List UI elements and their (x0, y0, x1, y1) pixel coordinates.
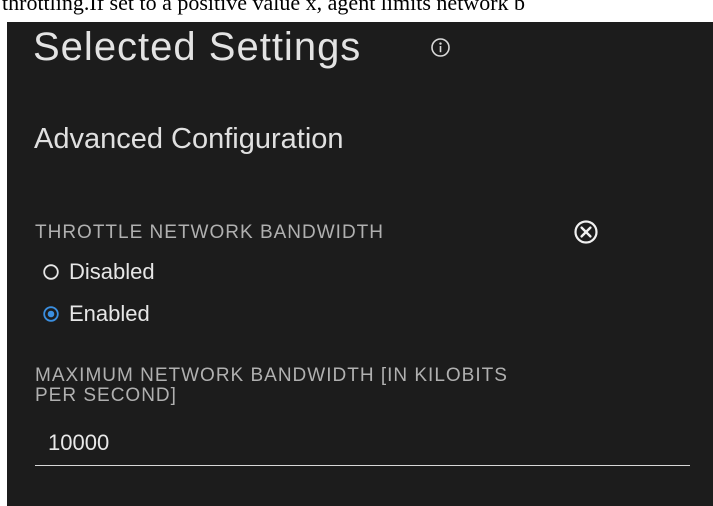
radio-disabled-option[interactable]: Disabled (42, 258, 155, 286)
max-bandwidth-label-line: MAXIMUM NETWORK BANDWIDTH [IN KILOBITS (35, 365, 508, 386)
document-text-strip: throttling.If set to a positive value x,… (0, 0, 713, 22)
max-bandwidth-label-lines: MAXIMUM NETWORK BANDWIDTH [IN KILOBITS PE… (35, 365, 508, 406)
radio-enabled-option[interactable]: Enabled (42, 300, 150, 328)
info-icon[interactable] (430, 37, 451, 58)
max-bandwidth-label-line: PER SECOND] (35, 385, 177, 406)
max-bandwidth-input[interactable]: 10000 (35, 420, 690, 466)
max-bandwidth-label-text: MAXIMUM NETWORK BANDWIDTH [IN KILOBITS PE… (35, 365, 508, 406)
radio-selected-icon[interactable] (42, 305, 60, 323)
radio-disabled-label: Disabled (69, 259, 155, 284)
throttle-label: THROTTLE NETWORK BANDWIDTH (35, 222, 384, 243)
radio-enabled-label: Enabled (69, 301, 150, 326)
section-title: Advanced Configuration (34, 123, 344, 155)
radio-unselected-icon[interactable] (42, 263, 60, 281)
close-circle-icon[interactable] (573, 219, 599, 245)
settings-panel: Selected Settings Advanced Configuration… (7, 22, 713, 506)
panel-title: Selected Settings (33, 25, 362, 69)
max-bandwidth-label: MAXIMUM NETWORK BANDWIDTH [IN KILOBITS PE… (35, 365, 675, 409)
document-cut-text: throttling.If set to a positive value x,… (2, 0, 526, 15)
